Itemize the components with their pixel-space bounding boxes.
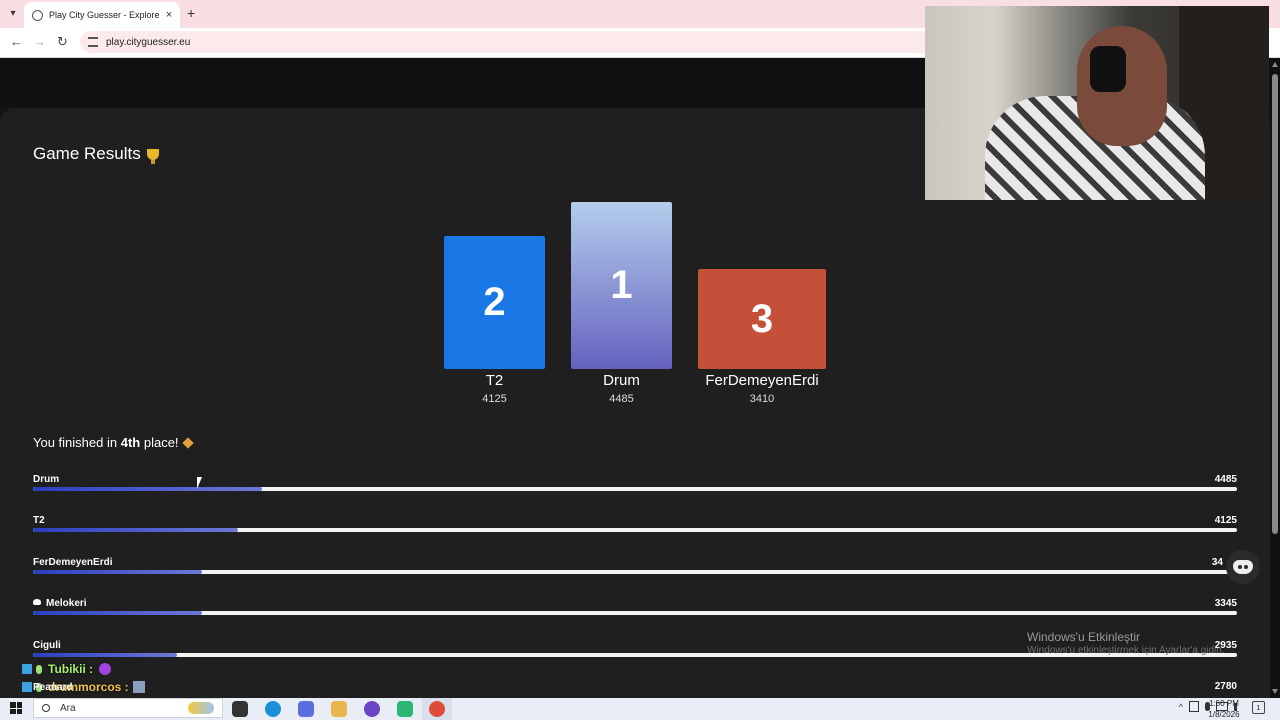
page-title: Game Results <box>33 144 159 164</box>
score-bar-fill <box>33 653 178 657</box>
taskbar-clock[interactable]: 1:50 PM 1/8/2026 <box>1204 698 1244 720</box>
windows-start-icon[interactable] <box>10 702 22 714</box>
clock-time: 1:50 PM <box>1209 699 1239 708</box>
task-view-icon[interactable] <box>232 701 248 717</box>
leaderboard-row: T2 4125 <box>33 515 1237 539</box>
podium-second-score: 4125 <box>482 393 507 405</box>
activation-watermark: Windows'u Etkinleştir Windows'u etkinleş… <box>1027 630 1225 656</box>
finish-place: 4th <box>120 435 141 450</box>
copilot-icon[interactable] <box>298 701 314 717</box>
score-bar-track <box>33 570 1237 574</box>
battery-icon[interactable] <box>1189 701 1199 712</box>
tray-chevron-icon[interactable]: ^ <box>1179 702 1183 712</box>
finish-message: You finished in 4th place! <box>33 435 194 450</box>
app-icon[interactable] <box>397 701 413 717</box>
score-bar-fill <box>33 528 238 532</box>
page-scrollbar[interactable] <box>1270 58 1280 698</box>
podium-third: 3 <box>698 269 826 369</box>
browser-tab[interactable]: Play City Guesser - Explore the W × <box>24 2 180 28</box>
tab-list-button[interactable]: ▾ <box>6 7 20 21</box>
leaderboard-row: 2780 <box>33 681 1237 698</box>
back-button[interactable]: ← <box>10 34 23 49</box>
emote-icon <box>132 681 145 693</box>
pin-icon <box>33 599 41 605</box>
player-score: 34 <box>1211 557 1223 568</box>
score-bar-track <box>33 528 1237 532</box>
discord-icon <box>1233 560 1253 574</box>
discord-button[interactable] <box>1226 550 1260 584</box>
edge-icon[interactable] <box>265 701 281 717</box>
podium-third-name: FerDemeyenErdi <box>705 372 819 389</box>
chat-drop-icon <box>36 664 42 674</box>
copilot-sparkle-icon <box>188 702 214 714</box>
podium-first-name: Drum <box>603 372 640 389</box>
webcam-overlay <box>925 6 1269 200</box>
player-score: 3345 <box>1214 598 1237 609</box>
taskbar-search-field[interactable]: Ara <box>33 698 223 718</box>
chat-message: Tubikii : <box>22 660 145 678</box>
site-settings-icon[interactable] <box>88 37 98 47</box>
emote-icon <box>99 663 112 675</box>
windows-taskbar: Ara ^ <box>0 698 1280 720</box>
leaderboard-row: Melokeri 3345 <box>33 598 1237 622</box>
podium-second: 2 <box>444 236 545 369</box>
chat-username: Tubikii : <box>48 662 94 676</box>
scroll-down-icon[interactable] <box>1272 689 1278 694</box>
podium-first-score: 4485 <box>609 393 634 405</box>
clock-date: 1/8/2026 <box>1208 710 1240 719</box>
player-name-wrap: Melokeri <box>33 598 87 609</box>
podium-second-name: T2 <box>485 372 504 389</box>
leaderboard-row: Drum 4485 <box>33 474 1237 498</box>
player-score: 4485 <box>1214 474 1237 485</box>
player-score: 2780 <box>1214 681 1237 692</box>
podium-third-score: 3410 <box>749 393 775 405</box>
watermark-title: Windows'u Etkinleştir <box>1027 630 1140 644</box>
headset-icon <box>1090 46 1126 92</box>
score-bar-fill <box>33 611 202 615</box>
chat-badge-icon <box>22 682 32 692</box>
player-name: Melokeri <box>46 598 87 609</box>
party-popper-icon <box>181 437 194 449</box>
player-name: T2 <box>33 515 45 526</box>
globe-icon <box>32 9 43 21</box>
chat-fragment: Peanard <box>33 682 73 693</box>
url-text: play.cityguesser.eu <box>106 36 191 48</box>
chrome-icon[interactable] <box>429 701 445 717</box>
reload-button[interactable]: ↻ <box>57 34 68 50</box>
trophy-icon <box>146 149 159 164</box>
player-name: FerDemeyenErdi <box>33 557 113 568</box>
file-explorer-icon[interactable] <box>331 701 347 717</box>
score-bar-fill <box>33 570 202 574</box>
watermark-subtitle: Windows'u etkinleştirmek için Ayarlar'a … <box>1027 645 1225 656</box>
player-name: Drum <box>33 474 60 485</box>
player-name: Ciguli <box>33 640 61 651</box>
notification-icon[interactable]: 1 <box>1252 701 1265 714</box>
results-title-text: Game Results <box>33 144 141 163</box>
search-icon <box>42 704 50 712</box>
chat-badge-icon <box>22 664 32 674</box>
scroll-thumb[interactable] <box>1272 74 1278 534</box>
finish-suffix: place! <box>143 435 179 450</box>
new-tab-button[interactable]: + <box>187 5 195 21</box>
finish-prefix: You finished in <box>33 435 118 450</box>
search-placeholder: Ara <box>60 702 76 714</box>
score-bar-track <box>33 487 1237 491</box>
tab-close-icon[interactable]: × <box>162 9 176 21</box>
tab-title: Play City Guesser - Explore the W <box>49 10 162 20</box>
player-score: 4125 <box>1214 515 1237 526</box>
score-bar-track <box>33 611 1237 615</box>
scroll-up-icon[interactable] <box>1272 62 1278 67</box>
leaderboard-row: FerDemeyenErdi 34 <box>33 557 1237 581</box>
podium-first: 1 <box>571 202 672 369</box>
score-bar-fill <box>33 487 262 491</box>
forward-button[interactable]: → <box>33 34 46 49</box>
discord-taskbar-icon[interactable] <box>364 701 380 717</box>
